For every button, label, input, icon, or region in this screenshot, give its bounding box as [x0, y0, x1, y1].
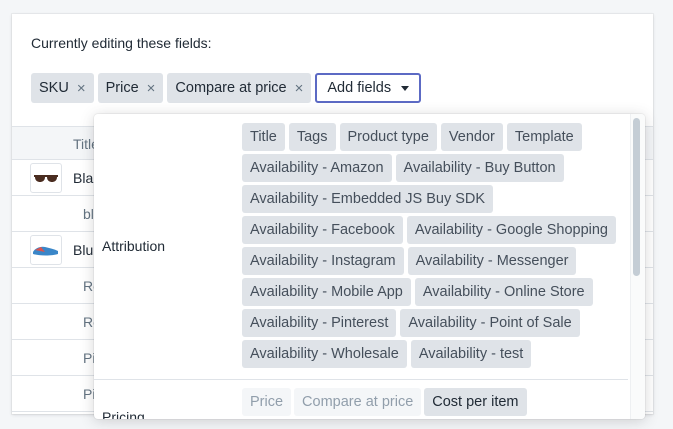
attribution-options: Title Tags Product type Vendor Template … — [242, 123, 622, 368]
option-product-type[interactable]: Product type — [339, 123, 437, 151]
remove-field-icon[interactable]: × — [147, 81, 156, 96]
option-availability-pinterest[interactable]: Availability - Pinterest — [242, 309, 397, 337]
product-title: Blu — [73, 242, 94, 258]
add-fields-label: Add fields — [327, 80, 392, 96]
field-tag-label: Price — [105, 80, 139, 96]
option-availability-buy-button[interactable]: Availability - Buy Button — [395, 154, 564, 182]
remove-field-icon[interactable]: × — [77, 81, 86, 96]
option-availability-embedded-js-buy-sdk[interactable]: Availability - Embedded JS Buy SDK — [242, 185, 494, 213]
variant-title: bl — [83, 206, 94, 222]
caret-down-icon — [401, 85, 410, 91]
option-title[interactable]: Title — [242, 123, 285, 151]
field-tag-price: Price × — [97, 73, 164, 103]
option-compare-at-price: Compare at price — [294, 388, 422, 416]
option-availability-google-shopping[interactable]: Availability - Google Shopping — [406, 216, 616, 244]
group-label-attribution: Attribution — [102, 238, 166, 254]
group-divider — [94, 379, 628, 380]
option-availability-messenger[interactable]: Availability - Messenger — [407, 247, 577, 275]
option-availability-mobile-app[interactable]: Availability - Mobile App — [242, 278, 411, 306]
scrollbar-thumb[interactable] — [633, 118, 640, 276]
field-tag-label: SKU — [39, 80, 69, 96]
selected-fields-bar: SKU × Price × Compare at price × Add fie… — [31, 73, 422, 103]
group-label-pricing: Pricing — [102, 409, 145, 419]
field-tag-sku: SKU × — [31, 73, 94, 103]
option-availability-instagram[interactable]: Availability - Instagram — [242, 247, 404, 275]
option-availability-wholesale[interactable]: Availability - Wholesale — [242, 340, 407, 368]
option-availability-amazon[interactable]: Availability - Amazon — [242, 154, 392, 182]
product-thumbnail — [30, 163, 62, 193]
option-tags[interactable]: Tags — [288, 123, 336, 151]
option-vendor[interactable]: Vendor — [440, 123, 503, 151]
option-availability-test[interactable]: Availability - test — [410, 340, 532, 368]
option-availability-facebook[interactable]: Availability - Facebook — [242, 216, 403, 244]
sunglasses-icon — [34, 175, 58, 182]
remove-field-icon[interactable]: × — [295, 81, 304, 96]
option-availability-point-of-sale[interactable]: Availability - Point of Sale — [400, 309, 580, 337]
editing-fields-title: Currently editing these fields: — [31, 35, 212, 51]
option-price: Price — [242, 388, 292, 416]
add-fields-button[interactable]: Add fields — [315, 73, 422, 103]
field-tag-label: Compare at price — [175, 80, 287, 96]
product-thumbnail — [30, 235, 62, 265]
product-title: Bla — [73, 170, 94, 186]
add-fields-dropdown: Attribution Title Tags Product type Vend… — [94, 114, 645, 419]
option-template[interactable]: Template — [506, 123, 582, 151]
option-availability-online-store[interactable]: Availability - Online Store — [414, 278, 593, 306]
shoe-icon — [33, 246, 58, 256]
field-tag-compare-at-price: Compare at price × — [167, 73, 312, 103]
option-cost-per-item[interactable]: Cost per item — [424, 388, 527, 416]
pricing-options: Price Compare at price Cost per item — [242, 388, 527, 416]
